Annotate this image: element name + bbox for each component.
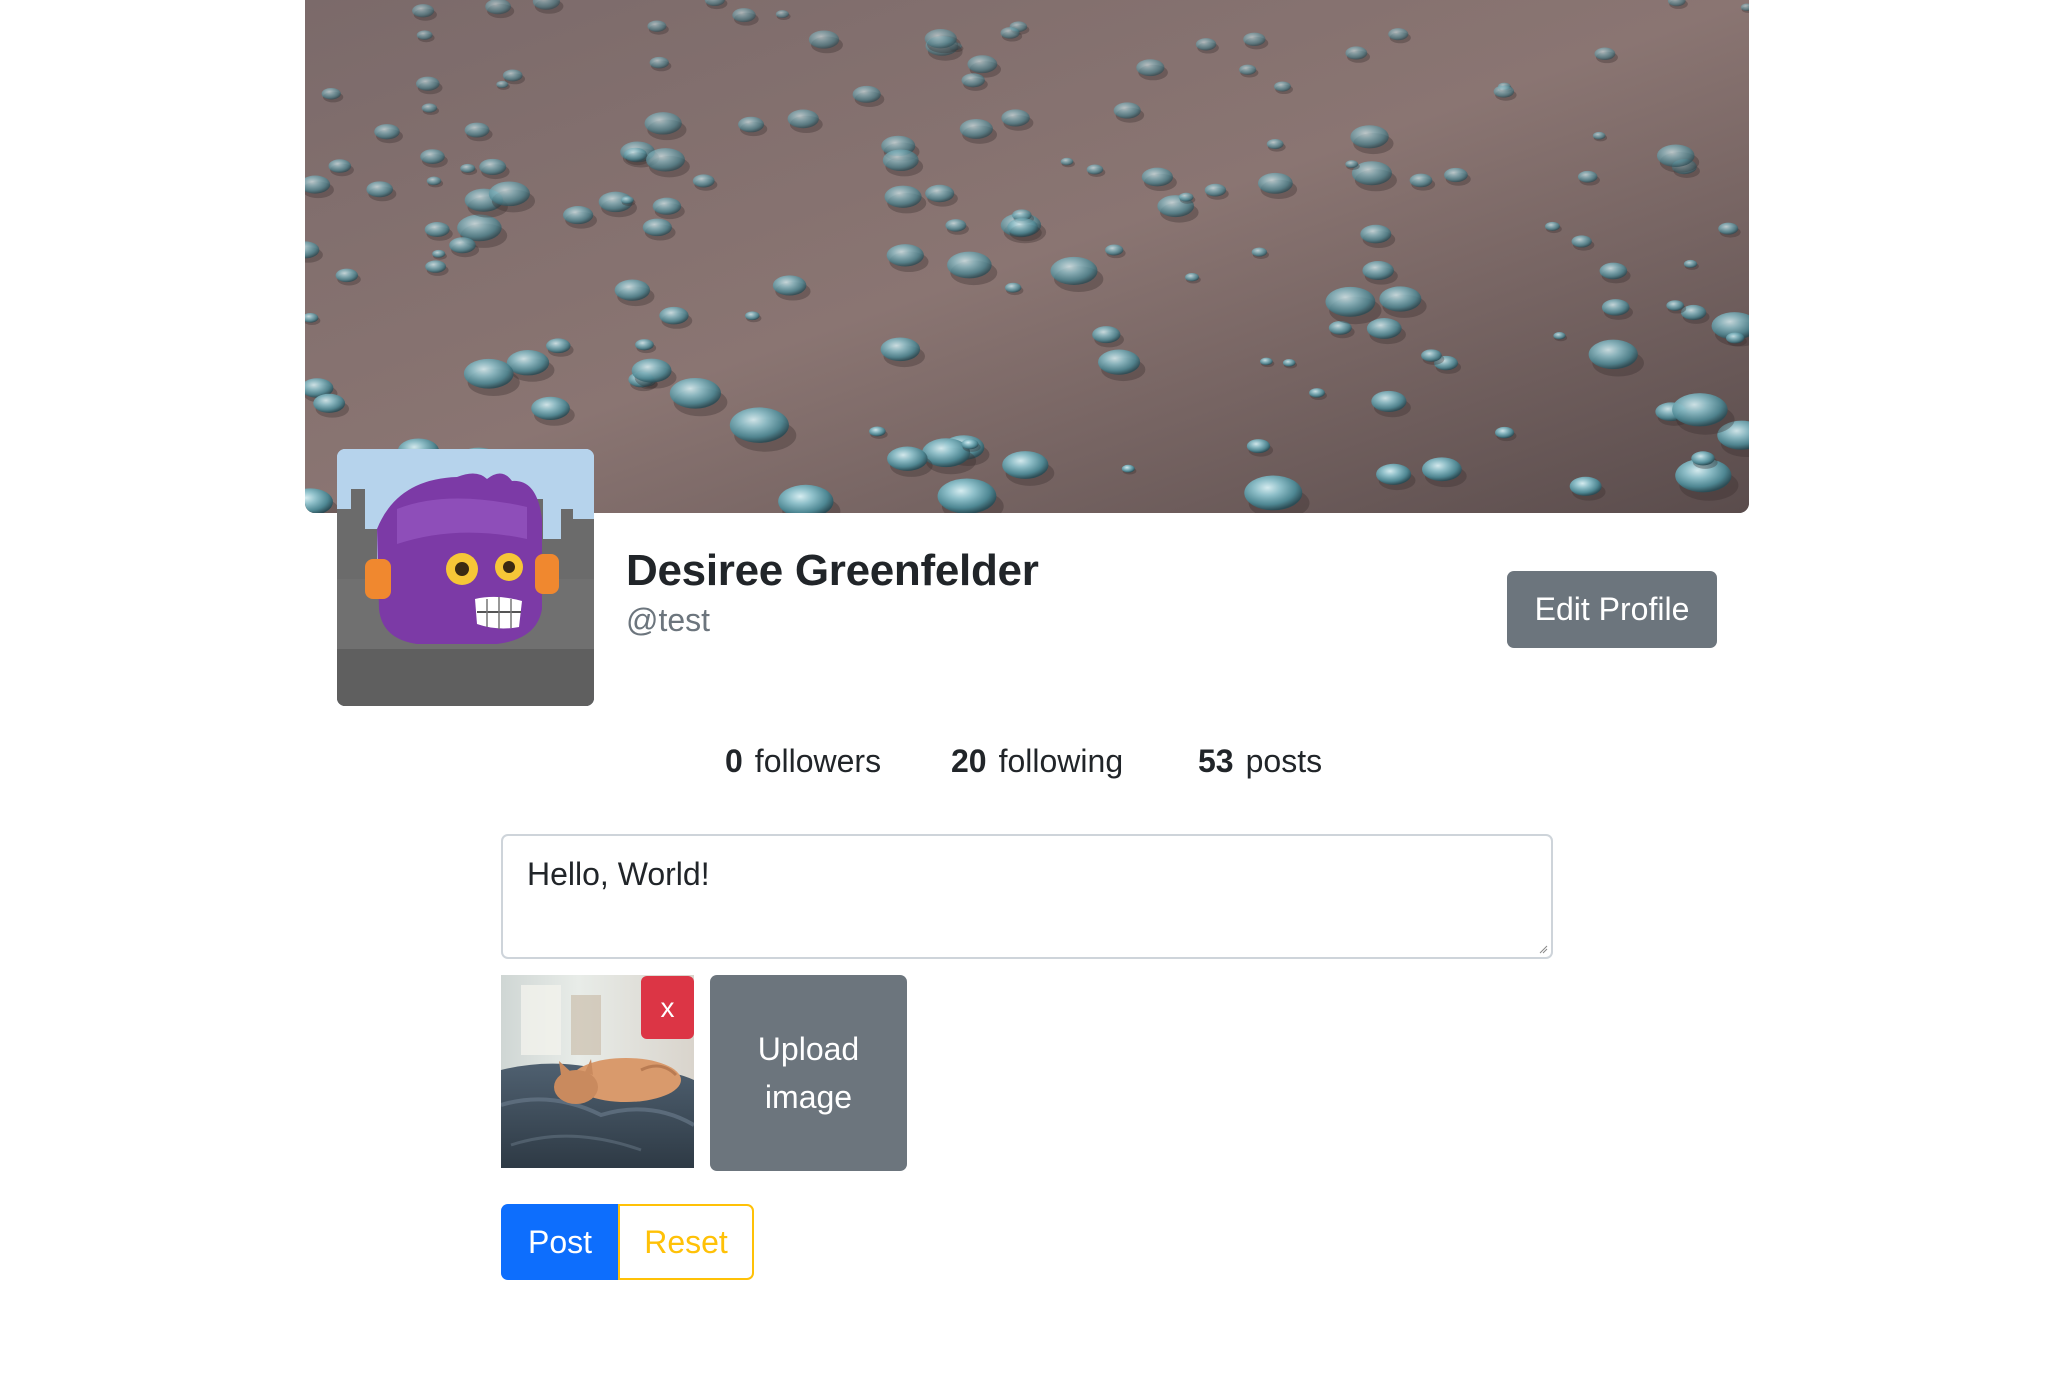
followers-count: 0	[725, 743, 743, 779]
post-textarea[interactable]: Hello, World!	[501, 834, 1553, 959]
cover-photo	[305, 0, 1749, 513]
resize-handle-icon[interactable]	[1538, 944, 1548, 954]
following-count: 20	[951, 743, 987, 779]
avatar[interactable]	[337, 449, 594, 706]
posts-label: posts	[1245, 743, 1323, 779]
upload-image-button[interactable]: Upload image	[710, 975, 907, 1171]
following-stat[interactable]: 20 following	[951, 743, 1123, 780]
posts-count: 53	[1198, 743, 1234, 779]
followers-label: followers	[754, 743, 882, 779]
remove-image-button[interactable]: x	[641, 976, 694, 1039]
followers-stat[interactable]: 0 followers	[725, 743, 881, 780]
posts-stat[interactable]: 53 posts	[1198, 743, 1322, 780]
following-label: following	[998, 743, 1124, 779]
edit-profile-button[interactable]: Edit Profile	[1507, 571, 1717, 648]
profile-handle: @test	[626, 602, 711, 638]
post-text: Hello, World!	[527, 856, 710, 892]
profile-name: Desiree Greenfelder	[626, 546, 1039, 595]
reset-button[interactable]: Reset	[618, 1204, 754, 1280]
post-button[interactable]: Post	[501, 1204, 619, 1280]
